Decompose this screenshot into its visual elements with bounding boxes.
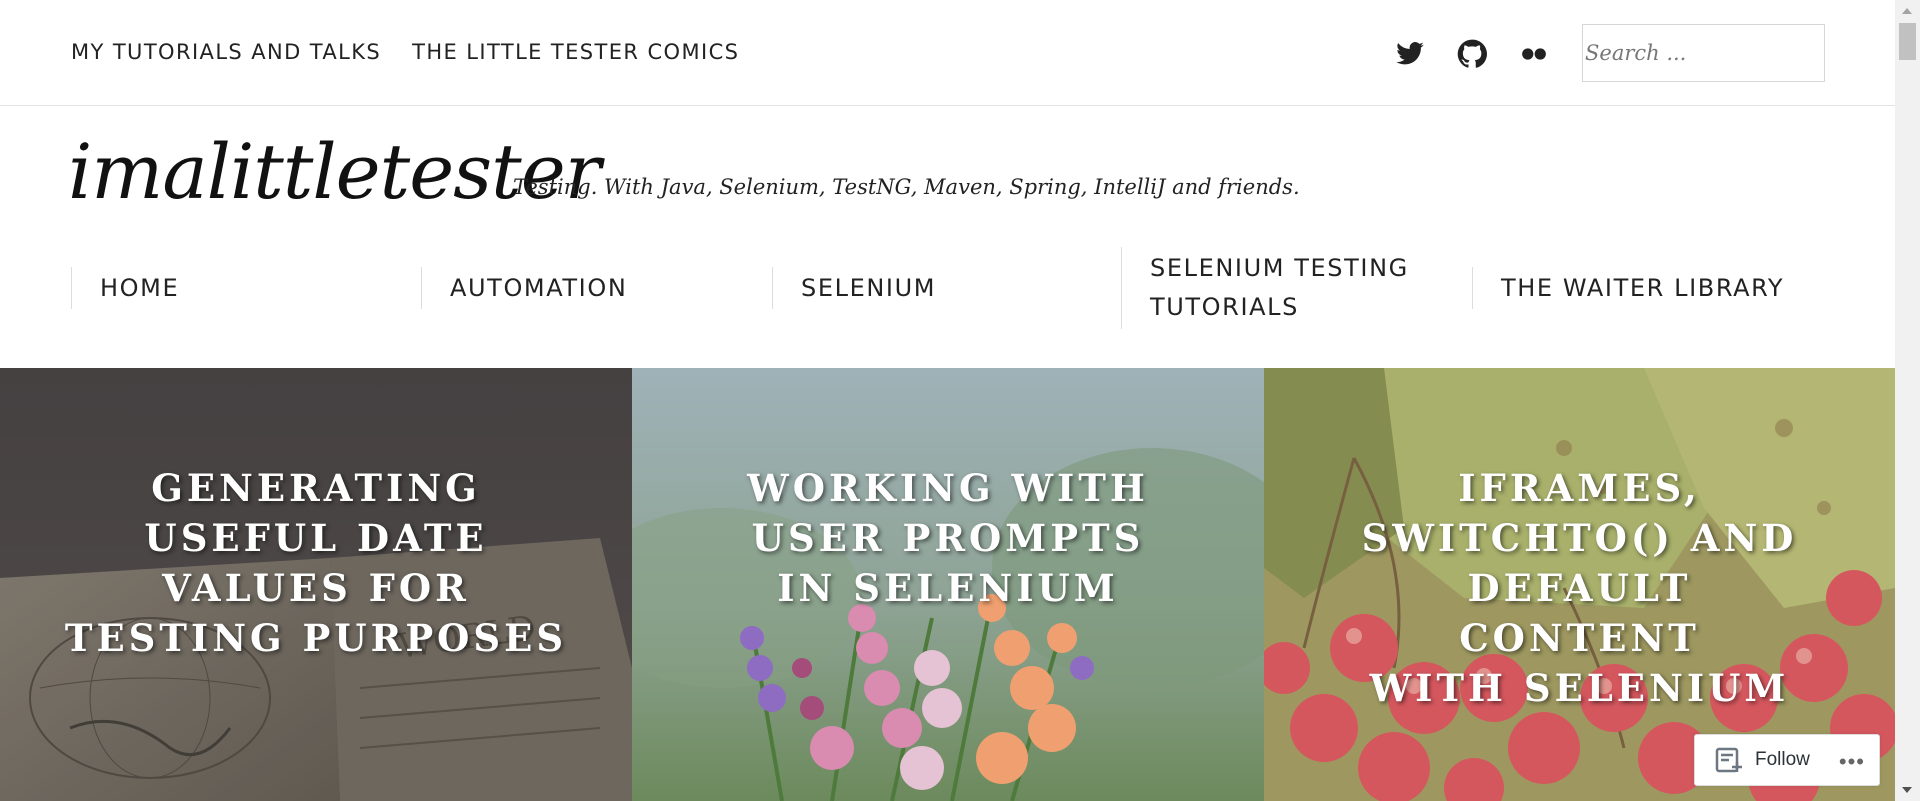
nav-automation-label: AUTOMATION [450, 273, 628, 302]
top-nav-tutorials-link[interactable]: MY TUTORIALS AND TALKS [71, 40, 381, 64]
title-line: DEFAULT [1467, 566, 1692, 610]
scroll-up-arrow-icon[interactable] [1902, 8, 1912, 14]
nav-waiter-library-label: THE WAITER LIBRARY [1501, 273, 1785, 302]
nav-automation[interactable]: AUTOMATION [421, 267, 772, 309]
vertical-scrollbar[interactable] [1895, 0, 1920, 801]
github-icon[interactable] [1457, 39, 1487, 69]
title-line: USEFUL DATE [144, 516, 488, 560]
title-line: WITH SELENIUM [1369, 666, 1790, 710]
title-line: VALUES FOR [162, 566, 470, 610]
main-navigation: HOME AUTOMATION SELENIUM SELENIUM TESTIN… [71, 247, 1821, 329]
featured-post-title: GENERATING USEFUL DATE VALUES FOR TESTIN… [0, 463, 632, 663]
title-line: IN SELENIUM [777, 566, 1119, 610]
featured-post-title: IFRAMES, SWITCHTO() AND DEFAULT CONTENT … [1264, 463, 1895, 713]
nav-waiter-library[interactable]: THE WAITER LIBRARY [1472, 267, 1823, 309]
site-title[interactable]: imalittletester [68, 122, 601, 222]
top-navigation: MY TUTORIALS AND TALKS THE LITTLE TESTER… [71, 40, 739, 64]
follow-label: Follow [1755, 749, 1810, 770]
featured-post-user-prompts[interactable]: WORKING WITH USER PROMPTS IN SELENIUM [632, 368, 1264, 801]
top-bar: MY TUTORIALS AND TALKS THE LITTLE TESTER… [0, 0, 1895, 106]
twitter-icon[interactable] [1395, 39, 1425, 69]
scrollbar-thumb[interactable] [1899, 23, 1916, 60]
more-options-icon[interactable]: ••• [1839, 749, 1865, 775]
nav-tutorials-label-line2: TUTORIALS [1150, 293, 1299, 321]
search-input[interactable] [1582, 24, 1825, 82]
site-description: Testing. With Java, Selenium, TestNG, Ma… [513, 175, 1300, 199]
social-links [1395, 39, 1549, 69]
flickr-icon[interactable] [1519, 39, 1549, 69]
nav-tutorials-label-line1: SELENIUM TESTING [1150, 254, 1409, 282]
featured-posts: WORLD GENERATING USEFUL DATE VALUES FOR … [0, 368, 1895, 801]
title-line: CONTENT [1459, 616, 1700, 660]
top-nav-comics-link[interactable]: THE LITTLE TESTER COMICS [412, 40, 739, 64]
scroll-down-arrow-icon[interactable] [1902, 787, 1912, 793]
title-line: WORKING WITH [747, 466, 1149, 510]
title-line: USER PROMPTS [751, 516, 1145, 560]
nav-home-label: HOME [100, 273, 180, 302]
title-line: IFRAMES, [1458, 466, 1701, 510]
reader-follow-icon [1715, 746, 1745, 774]
title-line: GENERATING [151, 466, 481, 510]
title-line: TESTING PURPOSES [64, 616, 568, 660]
title-line: SWITCHTO() AND [1361, 516, 1798, 560]
nav-selenium-label: SELENIUM [801, 273, 937, 302]
featured-post-date-values[interactable]: WORLD GENERATING USEFUL DATE VALUES FOR … [0, 368, 632, 801]
nav-selenium-testing-tutorials[interactable]: SELENIUM TESTING TUTORIALS [1121, 247, 1472, 329]
follow-button[interactable]: Follow ••• [1694, 734, 1880, 786]
featured-post-title: WORKING WITH USER PROMPTS IN SELENIUM [632, 463, 1264, 613]
nav-selenium[interactable]: SELENIUM [772, 267, 1123, 309]
nav-home[interactable]: HOME [71, 267, 422, 309]
